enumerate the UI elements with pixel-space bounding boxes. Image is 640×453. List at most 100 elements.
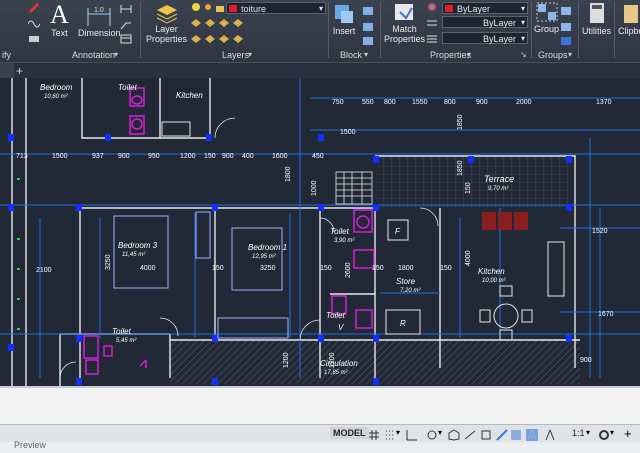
transparency-icon[interactable] (510, 428, 522, 440)
text-button[interactable]: A Text (50, 2, 69, 39)
group-button[interactable]: Group (534, 2, 559, 34)
dim-row-text: 950 (148, 153, 160, 160)
block-dropdown-icon[interactable]: ▾ (364, 50, 368, 59)
gear-dropdown-icon[interactable]: ▾ (610, 428, 622, 440)
door-label: F (395, 227, 401, 236)
match-properties-icon (394, 4, 413, 20)
group-tool-icon-2[interactable] (560, 22, 572, 32)
layer-properties-button[interactable]: Layer Properties (146, 2, 187, 44)
layer-tool-icon-1[interactable] (190, 18, 202, 28)
door-label: V (338, 323, 344, 332)
dim-text: 150 (465, 182, 472, 194)
layer-tool-icon-6[interactable] (204, 34, 216, 44)
block-panel-label[interactable]: Block (340, 50, 362, 60)
chevron-down-icon: ▾ (520, 4, 525, 13)
properties-launcher-icon[interactable]: ↘ (520, 50, 527, 59)
dim-text: 2100 (36, 267, 52, 274)
layers-panel-label[interactable]: Layers (222, 50, 249, 60)
gear-icon[interactable] (598, 428, 610, 440)
isodraft-icon[interactable] (448, 428, 460, 441)
layer-tool-icon-4[interactable] (232, 18, 244, 28)
linetype-combo[interactable]: ByLayer ▾ (442, 16, 528, 28)
annotation-panel-label[interactable]: Annotation (72, 50, 115, 60)
dim-top-text: 800 (444, 99, 456, 106)
properties-panel-label[interactable]: Properties (430, 50, 471, 60)
door-label: R (400, 319, 406, 328)
lineweight-icon[interactable] (426, 34, 438, 44)
dimension-button[interactable]: 1.0 Dimension (78, 2, 121, 38)
utilities-button[interactable]: Utilities (582, 2, 611, 36)
linear-dim-icon[interactable] (120, 4, 132, 14)
floor-plan[interactable]: 750 550 800 1550 800 900 2000 1370 713 1500 937 900… (0, 78, 640, 386)
dim-row-text: 713 (16, 153, 28, 160)
dim-text: 4000 (140, 265, 156, 272)
autoscale-icon[interactable] (544, 428, 556, 441)
block-tool-icon-2[interactable] (362, 22, 374, 32)
ribbon: ify A Text 1.0 Dimension Annotation ▾ La… (0, 0, 640, 62)
lineweight-status-icon[interactable] (496, 428, 508, 441)
new-tab-icon[interactable]: + (16, 64, 23, 78)
wave-icon[interactable] (27, 18, 41, 28)
annotation-scale[interactable]: 1:1 (572, 428, 585, 438)
group-tool-icon-3[interactable] (560, 36, 572, 46)
layer-tool-icon-2[interactable] (204, 18, 216, 28)
properties-dropdown-icon[interactable]: ▾ (467, 50, 471, 59)
group-tool-icon-1[interactable] (560, 6, 572, 16)
clipboard-button-label: Clipbo (618, 26, 640, 36)
color-wheel-icon[interactable] (426, 2, 438, 12)
file-tab[interactable] (0, 63, 14, 79)
dim-text: 3250 (105, 254, 112, 270)
clipboard-button[interactable]: Clipbo (618, 2, 640, 36)
match-properties-button[interactable]: Match Properties (384, 2, 425, 44)
osnap-icon[interactable] (480, 428, 492, 440)
pencil-icon[interactable] (28, 2, 40, 13)
annotation-visibility-icon[interactable] (526, 428, 538, 441)
dim-text: 1520 (592, 228, 608, 235)
dim-row-text: 150 (204, 153, 216, 160)
layer-tool-icon-7[interactable] (218, 34, 230, 44)
room-area: 10,60 m² (44, 94, 69, 100)
linetype-icon[interactable] (426, 18, 438, 28)
ortho-icon[interactable] (406, 428, 418, 441)
room-area: 10,00 m² (482, 278, 507, 284)
block-tool-icon-1[interactable] (362, 6, 374, 16)
model-tab[interactable]: MODEL (330, 427, 369, 439)
dim-text: 1800 (285, 166, 292, 182)
lineweight-combo[interactable]: ByLayer ▾ (442, 32, 528, 44)
block-tool-icon-3[interactable] (362, 36, 374, 46)
sun-icon[interactable] (202, 2, 214, 12)
polar-icon[interactable] (426, 428, 438, 440)
otrack-icon[interactable] (464, 428, 476, 440)
terrace-hatch (378, 156, 568, 208)
drawing-canvas[interactable]: 750 550 800 1550 800 900 2000 1370 713 1500 937 900… (0, 78, 640, 386)
insert-button[interactable]: Insert (332, 2, 356, 36)
dim-row-text: 900 (118, 153, 130, 160)
dim-text: 1800 (398, 265, 414, 272)
color-combo[interactable]: ByLayer ▾ (442, 2, 528, 14)
dim-top-text: 900 (476, 99, 488, 106)
table-icon[interactable] (120, 34, 132, 44)
layer-tool-icon-3[interactable] (218, 18, 230, 28)
command-line-area[interactable] (0, 386, 640, 426)
plus-icon[interactable]: + (624, 427, 636, 440)
lock-icon[interactable] (214, 2, 226, 12)
grid-icon[interactable] (368, 428, 380, 440)
snap-icon[interactable] (384, 428, 396, 440)
eraser-icon[interactable] (28, 34, 40, 44)
layers-dropdown-icon[interactable]: ▾ (248, 50, 252, 59)
groups-dropdown-icon[interactable]: ▾ (568, 50, 572, 59)
layer-tool-icon-5[interactable] (190, 34, 202, 44)
scale-dropdown-icon[interactable]: ▾ (586, 428, 598, 440)
room-name: Toilet (112, 327, 132, 336)
layer-combo[interactable]: toiture ▾ (226, 2, 326, 14)
annotation-dropdown-icon[interactable]: ▾ (114, 50, 118, 59)
room-labels: Bedroom 10,60 m² Toilet Kitchen Terrace 9,70 … (40, 83, 514, 376)
room-area: 12,95 m² (252, 254, 277, 260)
bulb-icon[interactable] (190, 2, 202, 12)
file-tab-bar: + (0, 62, 640, 79)
room-name: Toilet (330, 227, 350, 236)
dim-top-text: 2000 (516, 99, 532, 106)
groups-panel-label[interactable]: Groups (538, 50, 568, 60)
layer-tool-icon-8[interactable] (232, 34, 244, 44)
leader-icon[interactable] (120, 20, 132, 30)
